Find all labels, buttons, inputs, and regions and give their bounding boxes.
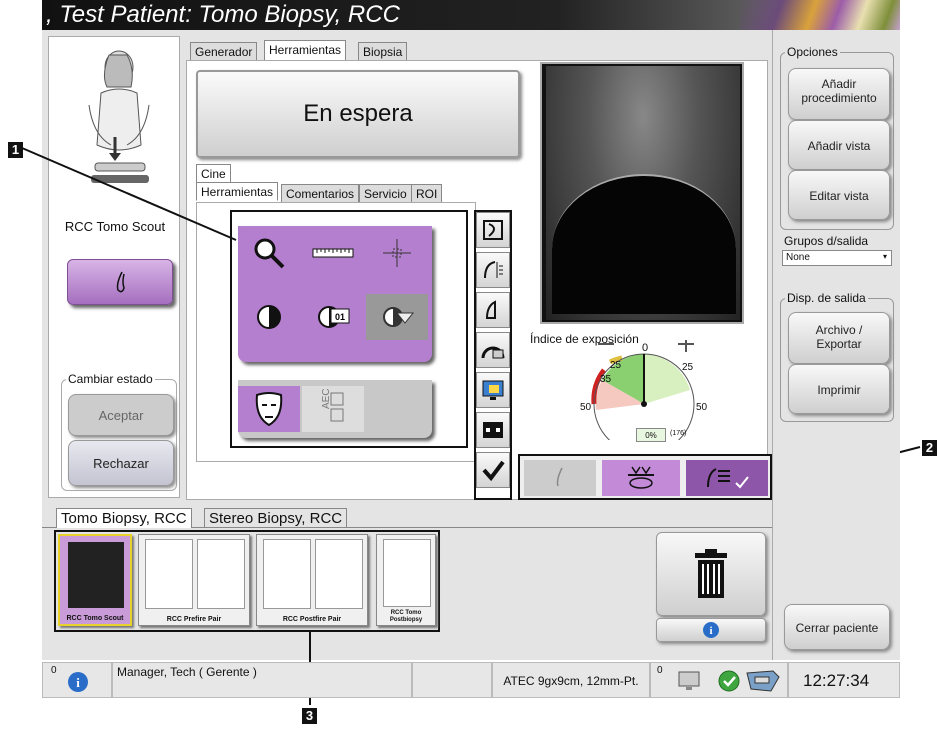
exposure-gauge <box>591 340 695 440</box>
status-time: 12:27:34 <box>788 662 900 698</box>
check-icon <box>482 460 505 482</box>
figure-icon <box>145 539 193 609</box>
exposure-extra: (176) <box>670 430 687 437</box>
paddle-mode-auto-selected[interactable] <box>686 460 768 496</box>
close-patient-button[interactable]: Cerrar paciente <box>784 604 890 650</box>
monitor-icon[interactable] <box>677 669 703 693</box>
paddle-mode-compress[interactable] <box>602 460 680 496</box>
image-viewer <box>540 62 744 324</box>
tool-accept-check[interactable] <box>476 452 510 488</box>
output-groups-value: None <box>786 252 810 263</box>
thumbnail-caption: RCC Postfire Pair <box>282 616 342 623</box>
status-icons: 0 <box>650 662 788 698</box>
mark-50-right: 50 <box>696 402 708 413</box>
display-icon <box>482 380 504 400</box>
callout-3: 3 <box>302 708 317 724</box>
info-icon: i <box>703 622 719 638</box>
options-label: Opciones <box>785 45 840 59</box>
compress-arrows-icon <box>628 466 654 489</box>
exposure-index: Índice de exposición 0 25 25 35 50 50 0%… <box>528 332 764 450</box>
edit-view-button[interactable]: Editar vista <box>788 170 890 220</box>
svg-text:i: i <box>76 675 80 690</box>
gantry-icon[interactable] <box>743 667 783 695</box>
mark-25-right: 25 <box>682 362 694 373</box>
compression-icon <box>481 346 505 359</box>
procedure-tabs: Tomo Biopsy, RCC Stereo Biopsy, RCC <box>42 506 772 528</box>
paddle-shift-icon <box>485 300 496 319</box>
callout-2: 2 <box>922 440 937 456</box>
mark-25-left: 25 <box>610 360 622 371</box>
thumbnail-rcc-tomo-scout[interactable]: RCC Tomo Scout <box>58 534 132 626</box>
archive-export-button[interactable]: Archivo / Exportar <box>788 312 890 364</box>
info-icon[interactable]: i <box>67 671 89 693</box>
system-ok-icon[interactable] <box>717 668 741 694</box>
trash-icon <box>695 549 727 598</box>
tool-paddle-ruler[interactable] <box>476 252 510 288</box>
xray-shadow <box>552 174 736 314</box>
info-button[interactable]: i <box>656 618 766 642</box>
output-devices-label: Disp. de salida <box>785 291 868 305</box>
print-button[interactable]: Imprimir <box>788 364 890 414</box>
figure-icon <box>263 539 311 609</box>
thumbnail-caption: RCC Prefire Pair <box>166 616 222 623</box>
status-user: Manager, Tech ( Gerente ) <box>112 662 412 698</box>
svg-text:i: i <box>709 625 712 637</box>
add-procedure-button[interactable]: Añadir procedimiento <box>788 68 890 120</box>
tool-flip[interactable] <box>476 212 510 248</box>
output-groups-select[interactable]: None ▾ <box>782 250 892 266</box>
mark-50-left: 50 <box>580 402 592 413</box>
thumbnail-rcc-prefire-pair[interactable]: RCC Prefire Pair <box>138 534 250 626</box>
chevron-down-icon: ▾ <box>882 252 887 261</box>
delete-button[interactable] <box>656 532 766 616</box>
output-groups-label: Grupos d/salida <box>784 234 869 248</box>
status-count-right: 0 <box>657 665 663 676</box>
status-count-left: 0 <box>51 665 57 676</box>
scout-image <box>68 542 124 608</box>
thumbnail-rcc-tomo-postbiopsy[interactable]: RCC Tomo Postbiopsy <box>376 534 436 626</box>
flip-icon <box>483 220 503 240</box>
tool-paddle[interactable] <box>476 292 510 328</box>
paddle-icon <box>556 467 563 487</box>
auto-paddle-check-icon <box>707 468 749 489</box>
thumbnail-caption: RCC Tomo Scout <box>66 615 124 622</box>
status-empty <box>412 662 492 698</box>
status-paddle: ATEC 9gx9cm, 12mm-Pt. <box>492 662 650 698</box>
tool-display[interactable] <box>476 372 510 408</box>
paddle-ruler-icon <box>484 261 503 279</box>
thumbnail-rcc-postfire-pair[interactable]: RCC Postfire Pair <box>256 534 368 626</box>
exposure-percent: 0% <box>636 428 666 442</box>
figure-icon <box>197 539 245 609</box>
figure-icon <box>315 539 363 609</box>
thumbnail-caption: RCC Tomo Postbiopsy <box>389 610 423 623</box>
paddle-mode-bar <box>518 454 772 500</box>
status-info-area: 0 i <box>42 662 112 698</box>
split-view-icon <box>483 422 503 438</box>
mark-35: 35 <box>600 374 612 385</box>
mark-0: 0 <box>642 342 649 354</box>
callout-1: 1 <box>8 142 23 158</box>
figure-icon <box>383 539 431 607</box>
paddle-mode-off[interactable] <box>524 460 596 496</box>
tool-split-view[interactable] <box>476 412 510 448</box>
add-view-button[interactable]: Añadir vista <box>788 120 890 170</box>
tool-compression[interactable] <box>476 332 510 368</box>
tab-tomo-biopsy-rcc[interactable]: Tomo Biopsy, RCC <box>56 508 192 528</box>
tab-stereo-biopsy-rcc[interactable]: Stereo Biopsy, RCC <box>204 508 348 528</box>
